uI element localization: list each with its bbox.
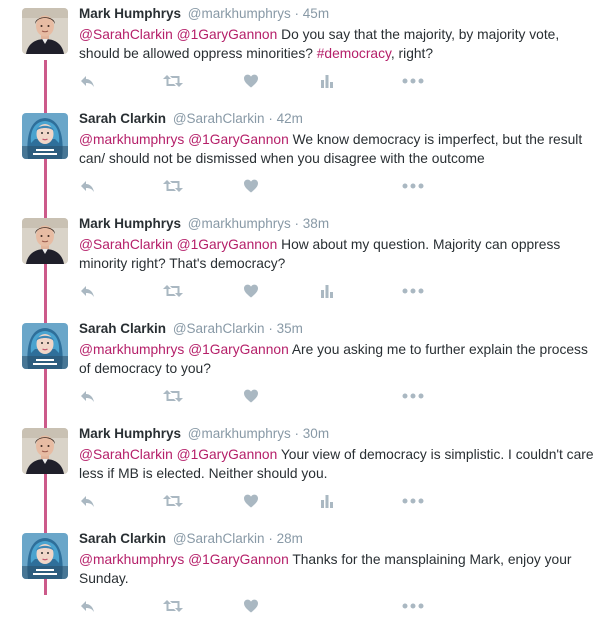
tweet-text-tail: , right?: [390, 46, 434, 61]
tweet[interactable]: Mark Humphrys @markhumphrys · 38m @Sarah…: [0, 210, 613, 315]
retweet-icon[interactable]: [163, 598, 183, 614]
separator-dot: ·: [268, 111, 277, 126]
user-handle[interactable]: @markhumphrys: [188, 216, 291, 231]
separator-dot: ·: [294, 6, 303, 21]
hashtag-link[interactable]: #democracy: [317, 46, 391, 61]
analytics-icon[interactable]: [320, 73, 334, 89]
like-icon[interactable]: [243, 178, 259, 194]
tweet-timestamp[interactable]: 35m: [277, 321, 303, 336]
tweet-header: Sarah Clarkin @SarahClarkin · 28m: [79, 531, 303, 546]
display-name[interactable]: Mark Humphrys: [79, 216, 181, 231]
avatar[interactable]: [22, 533, 68, 579]
avatar[interactable]: [22, 323, 68, 369]
reply-icon[interactable]: [79, 388, 97, 404]
like-icon[interactable]: [243, 493, 259, 509]
separator-dot: ·: [268, 321, 277, 336]
user-handle[interactable]: @SarahClarkin: [173, 531, 265, 546]
like-icon[interactable]: [243, 598, 259, 614]
tweet-timestamp[interactable]: 45m: [303, 6, 329, 21]
tweet-header: Sarah Clarkin @SarahClarkin · 35m: [79, 321, 303, 336]
reply-icon[interactable]: [79, 493, 97, 509]
retweet-icon[interactable]: [163, 178, 183, 194]
tweet-header: Mark Humphrys @markhumphrys · 45m: [79, 6, 329, 21]
like-icon[interactable]: [243, 388, 259, 404]
analytics-icon[interactable]: [320, 283, 334, 299]
reply-icon[interactable]: [79, 178, 97, 194]
tweet-actions: [79, 178, 439, 194]
tweet-timestamp[interactable]: 28m: [277, 531, 303, 546]
tweet-text: @markhumphrys @1GaryGannon Are you askin…: [79, 340, 599, 378]
more-options-icon[interactable]: [402, 493, 424, 509]
mention-links[interactable]: @markhumphrys @1GaryGannon: [79, 342, 289, 357]
like-icon[interactable]: [243, 73, 259, 89]
tweet-text: @markhumphrys @1GaryGannon We know democ…: [79, 130, 599, 168]
tweet-text: @SarahClarkin @1GaryGannon Do you say th…: [79, 25, 599, 63]
more-options-icon[interactable]: [402, 178, 424, 194]
tweet-text: @SarahClarkin @1GaryGannon Your view of …: [79, 445, 599, 483]
retweet-icon[interactable]: [163, 493, 183, 509]
analytics-icon[interactable]: [320, 493, 334, 509]
tweet-header: Mark Humphrys @markhumphrys · 38m: [79, 216, 329, 231]
user-handle[interactable]: @SarahClarkin: [173, 111, 265, 126]
avatar[interactable]: [22, 218, 68, 264]
mention-links[interactable]: @markhumphrys @1GaryGannon: [79, 552, 289, 567]
tweet[interactable]: Mark Humphrys @markhumphrys · 45m @Sarah…: [0, 0, 613, 105]
retweet-icon[interactable]: [163, 388, 183, 404]
mention-links[interactable]: @SarahClarkin @1GaryGannon: [79, 447, 277, 462]
avatar[interactable]: [22, 113, 68, 159]
user-handle[interactable]: @markhumphrys: [188, 426, 291, 441]
tweet-actions: [79, 598, 439, 614]
display-name[interactable]: Mark Humphrys: [79, 6, 181, 21]
separator-dot: ·: [268, 531, 277, 546]
more-options-icon[interactable]: [402, 598, 424, 614]
more-options-icon[interactable]: [402, 73, 424, 89]
retweet-icon[interactable]: [163, 73, 183, 89]
tweet-actions: [79, 73, 439, 89]
tweet-text: @markhumphrys @1GaryGannon Thanks for th…: [79, 550, 599, 588]
tweet-timestamp[interactable]: 42m: [277, 111, 303, 126]
tweet-actions: [79, 388, 439, 404]
tweet[interactable]: Mark Humphrys @markhumphrys · 30m @Sarah…: [0, 420, 613, 525]
tweet-timestamp[interactable]: 38m: [303, 216, 329, 231]
display-name[interactable]: Sarah Clarkin: [79, 321, 166, 336]
more-options-icon[interactable]: [402, 283, 424, 299]
display-name[interactable]: Sarah Clarkin: [79, 531, 166, 546]
separator-dot: ·: [294, 426, 303, 441]
display-name[interactable]: Mark Humphrys: [79, 426, 181, 441]
mention-links[interactable]: @SarahClarkin @1GaryGannon: [79, 27, 277, 42]
tweet[interactable]: Sarah Clarkin @SarahClarkin · 42m @markh…: [0, 105, 613, 210]
like-icon[interactable]: [243, 283, 259, 299]
user-handle[interactable]: @markhumphrys: [188, 6, 291, 21]
user-handle[interactable]: @SarahClarkin: [173, 321, 265, 336]
avatar[interactable]: [22, 428, 68, 474]
more-options-icon[interactable]: [402, 388, 424, 404]
tweet-header: Sarah Clarkin @SarahClarkin · 42m: [79, 111, 303, 126]
display-name[interactable]: Sarah Clarkin: [79, 111, 166, 126]
retweet-icon[interactable]: [163, 283, 183, 299]
tweet-text: @SarahClarkin @1GaryGannon How about my …: [79, 235, 599, 273]
tweet[interactable]: Sarah Clarkin @SarahClarkin · 35m @markh…: [0, 315, 613, 420]
mention-links[interactable]: @SarahClarkin @1GaryGannon: [79, 237, 277, 252]
mention-links[interactable]: @markhumphrys @1GaryGannon: [79, 132, 289, 147]
reply-icon[interactable]: [79, 283, 97, 299]
tweet-header: Mark Humphrys @markhumphrys · 30m: [79, 426, 329, 441]
tweet-actions: [79, 283, 439, 299]
avatar[interactable]: [22, 8, 68, 54]
separator-dot: ·: [294, 216, 303, 231]
tweet-actions: [79, 493, 439, 509]
tweet-timestamp[interactable]: 30m: [303, 426, 329, 441]
tweet[interactable]: Sarah Clarkin @SarahClarkin · 28m @markh…: [0, 525, 613, 630]
reply-icon[interactable]: [79, 598, 97, 614]
reply-icon[interactable]: [79, 73, 97, 89]
